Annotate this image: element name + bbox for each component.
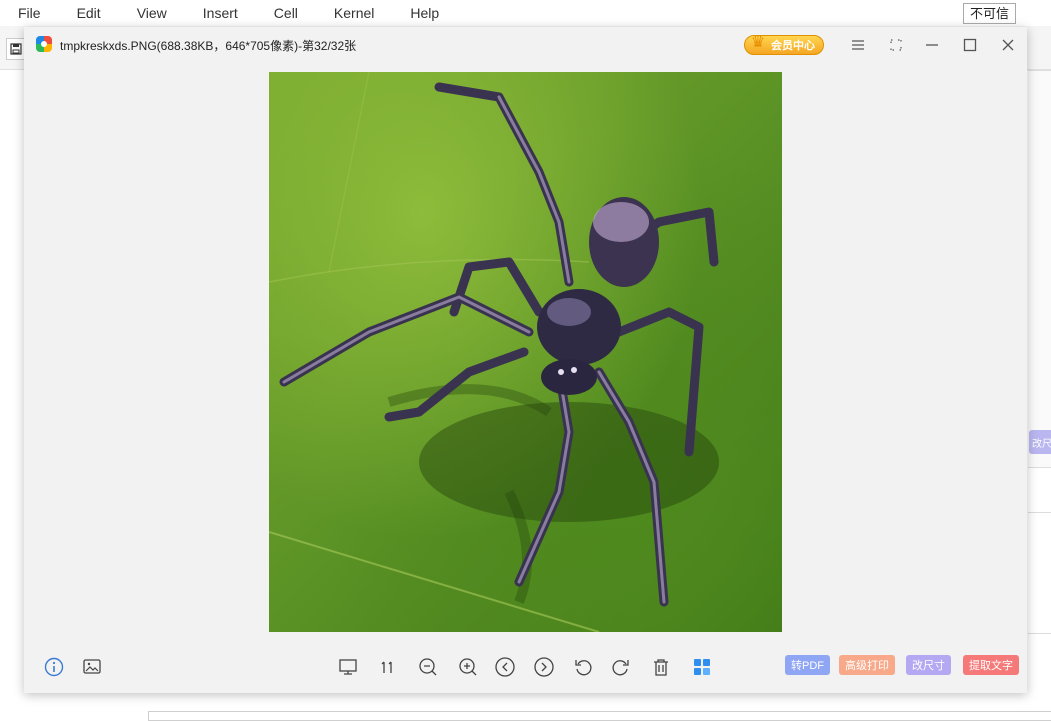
maximize-button[interactable] <box>958 33 982 57</box>
rotate-left-icon <box>575 660 592 676</box>
next-image-button[interactable] <box>532 655 556 679</box>
resize-image-button[interactable]: 改尺寸 <box>906 655 951 675</box>
image-viewer-app-icon <box>36 36 52 52</box>
menubar: File Edit View Insert Cell Kernel Help 不… <box>0 0 1051 26</box>
minimize-icon <box>926 44 938 46</box>
menu-view[interactable]: View <box>119 0 185 26</box>
vip-center-label: 会员中心 <box>771 40 815 52</box>
previous-image-button[interactable] <box>493 655 517 679</box>
hamburger-menu-icon <box>852 40 864 50</box>
convert-to-pdf-button[interactable]: 转PDF <box>785 655 830 675</box>
viewer-titlebar[interactable]: tmpkreskxds.PNG(688.38KB，646*705像素)-第32/… <box>24 27 1027 63</box>
info-icon <box>44 657 64 677</box>
thumbnail-grid-button[interactable] <box>690 655 714 679</box>
menu-cell[interactable]: Cell <box>256 0 316 26</box>
displayed-image[interactable] <box>269 72 782 632</box>
vip-center-button[interactable]: ♛ 会员中心 <box>744 34 824 55</box>
zoom-out-icon <box>419 658 437 676</box>
close-button[interactable] <box>996 33 1020 57</box>
spider-photo-drawing <box>269 72 719 632</box>
actual-size-button[interactable] <box>376 655 400 679</box>
grid-icon <box>694 659 710 675</box>
menu-help[interactable]: Help <box>392 0 457 26</box>
slideshow-button[interactable] <box>336 655 360 679</box>
zoom-in-icon <box>459 658 477 676</box>
menu-insert[interactable]: Insert <box>185 0 256 26</box>
menu-file[interactable]: File <box>0 0 59 26</box>
minimize-button[interactable] <box>920 33 944 57</box>
delete-button[interactable] <box>649 655 673 679</box>
image-viewer-window: tmpkreskxds.PNG(688.38KB，646*705像素)-第32/… <box>24 27 1027 693</box>
fullscreen-icon <box>890 39 902 51</box>
notebook-side-panel <box>1028 70 1051 468</box>
divider <box>1028 512 1051 513</box>
image-info-button[interactable] <box>80 655 104 679</box>
trust-badge[interactable]: 不可信 <box>962 3 1016 24</box>
viewer-bottom-toolbar: 转PDF 高级打印 改尺寸 提取文字 <box>24 647 1027 687</box>
rotate-left-button[interactable] <box>571 655 595 679</box>
rotate-right-button[interactable] <box>609 655 633 679</box>
close-icon <box>1002 39 1014 51</box>
advanced-print-button[interactable]: 高级打印 <box>839 655 895 675</box>
window-title: tmpkreskxds.PNG(688.38KB，646*705像素)-第32/… <box>60 39 357 53</box>
monitor-icon <box>339 659 357 675</box>
info-button[interactable] <box>42 655 66 679</box>
fullscreen-button[interactable] <box>884 33 908 57</box>
zoom-in-button[interactable] <box>456 655 480 679</box>
maximize-icon <box>963 38 977 52</box>
crown-icon: ♛ <box>750 34 766 51</box>
notebook-cell[interactable] <box>148 711 1051 721</box>
divider <box>1028 633 1051 634</box>
extract-text-button[interactable]: 提取文字 <box>963 655 1019 675</box>
trash-icon <box>654 659 668 676</box>
resize-side-tab[interactable]: 改尺 <box>1029 430 1051 454</box>
menu-edit[interactable]: Edit <box>59 0 119 26</box>
zoom-out-button[interactable] <box>416 655 440 679</box>
menu-kernel[interactable]: Kernel <box>316 0 392 26</box>
chevron-right-circle-icon <box>534 657 554 677</box>
rotate-right-icon <box>612 660 629 676</box>
save-icon <box>10 43 22 55</box>
hamburger-menu-button[interactable] <box>846 33 870 57</box>
chevron-left-circle-icon <box>495 657 515 677</box>
save-button[interactable] <box>6 38 26 60</box>
actual-size-icon <box>381 661 392 673</box>
image-gallery-icon <box>83 659 101 674</box>
